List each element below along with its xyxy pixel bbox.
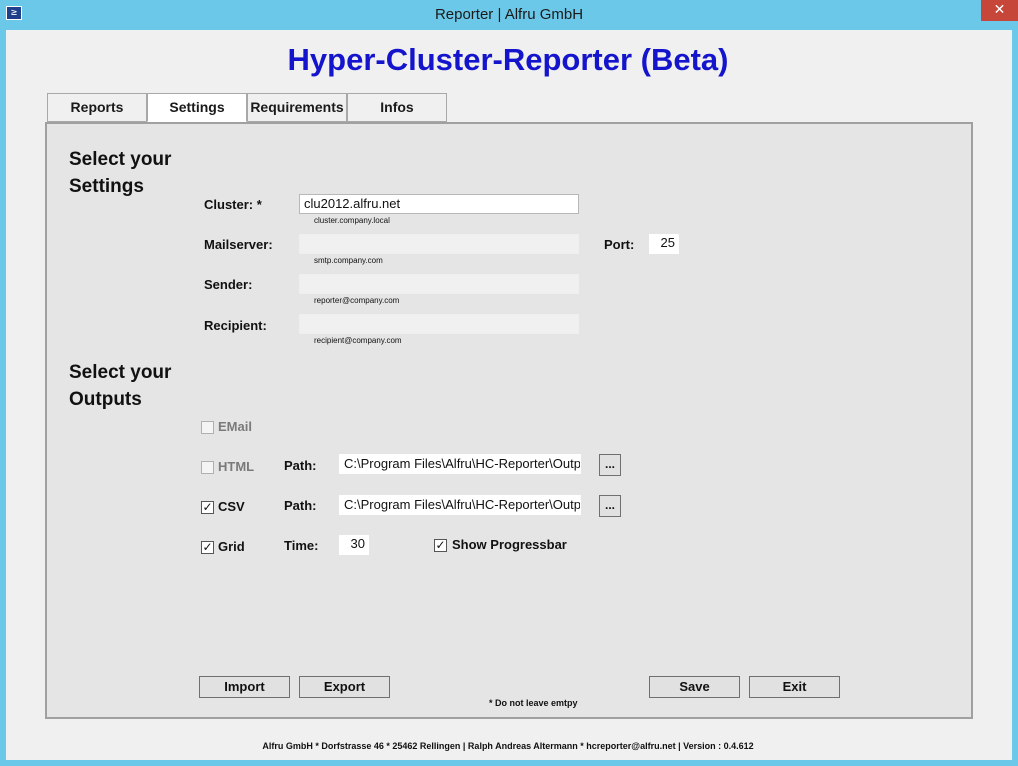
cluster-hint: cluster.company.local xyxy=(314,216,390,225)
cluster-label: Cluster: * xyxy=(204,197,262,212)
recipient-input[interactable] xyxy=(299,314,579,334)
time-input[interactable]: 30 xyxy=(339,535,369,555)
port-input[interactable]: 25 xyxy=(649,234,679,254)
html-path-input[interactable]: C:\Program Files\Alfru\HC-Reporter\Outp xyxy=(339,454,581,474)
email-checkbox[interactable] xyxy=(201,421,214,434)
progressbar-checkbox[interactable]: ✓ xyxy=(434,539,447,552)
grid-label: Grid xyxy=(218,539,245,554)
mailserver-label: Mailserver: xyxy=(204,237,273,252)
outputs-section-title-line2: Outputs xyxy=(69,389,142,410)
app-heading: Hyper-Cluster-Reporter (Beta) xyxy=(287,42,729,77)
import-button[interactable]: Import xyxy=(199,676,290,698)
settings-section-title-line1: Select your xyxy=(69,149,172,170)
tab-infos[interactable]: Infos xyxy=(347,93,447,122)
cluster-input[interactable]: clu2012.alfru.net xyxy=(299,194,579,214)
html-checkbox[interactable] xyxy=(201,461,214,474)
client-area: Hyper-Cluster-Reporter (Beta) Reports Se… xyxy=(6,30,1012,760)
recipient-label: Recipient: xyxy=(204,318,267,333)
recipient-hint: recipient@company.com xyxy=(314,336,402,345)
grid-checkbox[interactable]: ✓ xyxy=(201,541,214,554)
tab-reports[interactable]: Reports xyxy=(47,93,147,122)
csv-checkbox[interactable]: ✓ xyxy=(201,501,214,514)
settings-panel: Select your Settings Cluster: * clu2012.… xyxy=(45,122,973,719)
export-button[interactable]: Export xyxy=(299,676,390,698)
settings-section-title-line2: Settings xyxy=(69,176,144,197)
mailserver-input[interactable] xyxy=(299,234,579,254)
html-path-label: Path: xyxy=(284,458,317,473)
email-label: EMail xyxy=(218,419,252,434)
tab-requirements[interactable]: Requirements xyxy=(247,93,347,122)
port-label: Port: xyxy=(604,237,635,252)
sender-input[interactable] xyxy=(299,274,579,294)
csv-label: CSV xyxy=(218,499,245,514)
save-button[interactable]: Save xyxy=(649,676,740,698)
html-browse-button[interactable]: ... xyxy=(599,454,621,476)
tab-settings[interactable]: Settings xyxy=(147,93,247,122)
footer-info: Alfru GmbH * Dorfstrasse 46 * 25462 Rell… xyxy=(262,741,754,751)
sender-hint: reporter@company.com xyxy=(314,296,400,305)
outputs-section-title-line1: Select your xyxy=(69,362,172,383)
progressbar-label: Show Progressbar xyxy=(452,537,567,552)
mailserver-hint: smtp.company.com xyxy=(314,256,383,265)
window-title: Reporter | Alfru GmbH xyxy=(434,6,584,23)
exit-button[interactable]: Exit xyxy=(749,676,840,698)
outputs-section-title: Select your Outputs xyxy=(69,359,171,413)
sender-label: Sender: xyxy=(204,277,253,292)
required-note: * Do not leave emtpy xyxy=(489,698,578,708)
csv-browse-button[interactable]: ... xyxy=(599,495,621,517)
time-label: Time: xyxy=(284,538,319,553)
close-window-button[interactable]: ✕ xyxy=(981,0,1018,21)
window-title-bar[interactable]: ≥ Reporter | Alfru GmbH ✕ xyxy=(0,0,1018,30)
csv-path-input[interactable]: C:\Program Files\Alfru\HC-Reporter\Outp xyxy=(339,495,581,515)
csv-path-label: Path: xyxy=(284,498,317,513)
settings-section-title: Select your Settings xyxy=(69,146,171,200)
html-label: HTML xyxy=(218,459,255,474)
